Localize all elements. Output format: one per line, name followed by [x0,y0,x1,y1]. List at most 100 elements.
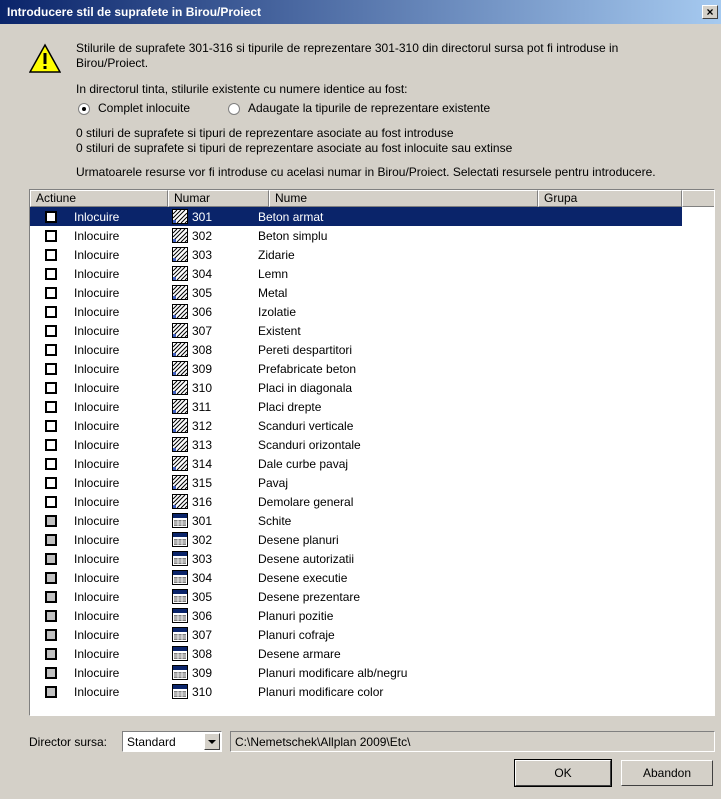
row-checkbox[interactable] [45,439,57,451]
table-row[interactable]: Inlocuire 310 Planuri modificare color [30,682,682,701]
row-checkbox[interactable] [45,287,57,299]
row-checkbox[interactable] [45,496,57,508]
row-number: 307 [192,324,213,338]
hatch-icon [172,361,188,376]
row-checkbox[interactable] [45,325,57,337]
row-action: Inlocuire [74,476,120,490]
row-checkbox[interactable] [45,629,57,641]
radio-complet-inlocuite-label[interactable]: Complet inlocuite [98,101,190,115]
row-number: 309 [192,666,213,680]
row-checkbox[interactable] [45,686,57,698]
row-checkbox[interactable] [45,667,57,679]
table-row[interactable]: Inlocuire 314 Dale curbe pavaj [30,454,682,473]
cancel-button[interactable]: Abandon [621,760,713,786]
row-checkbox[interactable] [45,363,57,375]
display-type-icon [172,608,188,623]
row-action: Inlocuire [74,438,120,452]
table-row[interactable]: Inlocuire 311 Placi drepte [30,397,682,416]
table-row[interactable]: Inlocuire 313 Scanduri orizontale [30,435,682,454]
row-name: Desene prezentare [258,590,361,604]
row-action: Inlocuire [74,666,120,680]
close-button[interactable]: × [702,5,718,19]
row-number: 305 [192,286,213,300]
chevron-down-icon[interactable] [204,733,220,750]
table-row[interactable]: Inlocuire 308 Desene armare [30,644,682,663]
row-checkbox[interactable] [45,211,57,223]
row-checkbox[interactable] [45,572,57,584]
table-row[interactable]: Inlocuire 315 Pavaj [30,473,682,492]
row-action: Inlocuire [74,647,120,661]
row-number: 313 [192,438,213,452]
row-checkbox[interactable] [45,268,57,280]
row-checkbox[interactable] [45,420,57,432]
table-row[interactable]: Inlocuire 304 Lemn [30,264,682,283]
display-type-icon [172,513,188,528]
table-row[interactable]: Inlocuire 301 Schite [30,511,682,530]
hatch-icon [172,285,188,300]
row-checkbox[interactable] [45,458,57,470]
row-number: 308 [192,647,213,661]
table-row[interactable]: Inlocuire 306 Izolatie [30,302,682,321]
row-action: Inlocuire [74,419,120,433]
row-number: 314 [192,457,213,471]
display-type-icon [172,646,188,661]
row-checkbox[interactable] [45,648,57,660]
table-row[interactable]: Inlocuire 308 Pereti despartitori [30,340,682,359]
row-number: 311 [192,400,212,414]
source-directory-select[interactable]: Standard [122,731,222,752]
table-row[interactable]: Inlocuire 305 Desene prezentare [30,587,682,606]
table-row[interactable]: Inlocuire 309 Planuri modificare alb/negru [30,663,682,682]
title-bar: Introducere stil de suprafete in Birou/P… [0,0,721,24]
table-row[interactable]: Inlocuire 307 Planuri cofraje [30,625,682,644]
row-checkbox[interactable] [45,230,57,242]
row-checkbox[interactable] [45,344,57,356]
row-action: Inlocuire [74,381,120,395]
radio-adaugate-label[interactable]: Adaugate la tipurile de reprezentare exi… [248,101,490,115]
table-row[interactable]: Inlocuire 301 Beton armat [30,207,682,226]
table-row[interactable]: Inlocuire 307 Existent [30,321,682,340]
row-number: 307 [192,628,213,642]
row-checkbox[interactable] [45,553,57,565]
table-row[interactable]: Inlocuire 309 Prefabricate beton [30,359,682,378]
row-checkbox[interactable] [45,249,57,261]
hatch-icon [172,342,188,357]
display-type-icon [172,684,188,699]
hatch-icon [172,494,188,509]
column-header-numar[interactable]: Numar [168,190,269,207]
ok-button[interactable]: OK [514,759,612,787]
table-row[interactable]: Inlocuire 306 Planuri pozitie [30,606,682,625]
table-row[interactable]: Inlocuire 316 Demolare general [30,492,682,511]
table-row[interactable]: Inlocuire 305 Metal [30,283,682,302]
row-checkbox[interactable] [45,477,57,489]
row-name: Placi drepte [258,400,322,414]
row-checkbox[interactable] [45,610,57,622]
source-path-text: C:\Nemetschek\Allplan 2009\Etc\ [235,735,411,749]
table-row[interactable]: Inlocuire 302 Desene planuri [30,530,682,549]
row-checkbox[interactable] [45,515,57,527]
hatch-icon [172,399,188,414]
row-checkbox[interactable] [45,401,57,413]
row-action: Inlocuire [74,286,120,300]
selection-prompt: Urmatoarele resurse vor fi introduse cu … [76,165,656,179]
row-checkbox[interactable] [45,534,57,546]
table-row[interactable]: Inlocuire 303 Zidarie [30,245,682,264]
row-checkbox[interactable] [45,306,57,318]
status-line-1: 0 stiluri de suprafete si tipuri de repr… [76,126,454,140]
radio-adaugate[interactable] [228,103,240,115]
row-checkbox[interactable] [45,591,57,603]
column-header-grupa[interactable]: Grupa [538,190,682,207]
table-row[interactable]: Inlocuire 303 Desene autorizatii [30,549,682,568]
resource-list[interactable]: Actiune Numar Nume Grupa Inlocuire 301 Bet… [29,189,715,716]
table-row[interactable]: Inlocuire 310 Placi in diagonala [30,378,682,397]
radio-complet-inlocuite[interactable] [78,103,90,115]
row-checkbox[interactable] [45,382,57,394]
column-header-actiune[interactable]: Actiune [30,190,168,207]
column-header-nume[interactable]: Nume [269,190,538,207]
display-type-icon [172,627,188,642]
table-row[interactable]: Inlocuire 304 Desene executie [30,568,682,587]
hatch-icon [172,456,188,471]
hatch-icon [172,228,188,243]
table-row[interactable]: Inlocuire 312 Scanduri verticale [30,416,682,435]
table-row[interactable]: Inlocuire 302 Beton simplu [30,226,682,245]
display-type-icon [172,589,188,604]
